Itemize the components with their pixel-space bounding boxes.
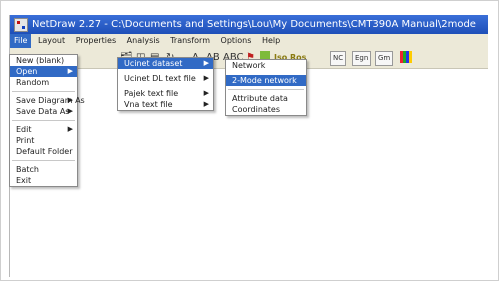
menu-separator	[228, 89, 304, 90]
ucinet-attribute-data[interactable]: Attribute data	[226, 93, 306, 104]
screenshot-frame: NetDraw 2.27 - C:\Documents and Settings…	[0, 0, 499, 281]
menu-separator	[12, 120, 75, 121]
window-title: NetDraw 2.27 - C:\Documents and Settings…	[32, 19, 476, 30]
file-menu-save-diagram-as[interactable]: Save Diagram As ▶	[10, 95, 85, 106]
ucinet-2-mode-network[interactable]: 2-Mode network	[226, 75, 306, 86]
open-ucinet-dataset[interactable]: Ucinet dataset ▶	[118, 58, 213, 69]
file-menu-open[interactable]: Open ▶	[10, 66, 77, 77]
chevron-right-icon: ▶	[67, 67, 73, 75]
open-ucinet-dl-text-file[interactable]: Ucinet DL text file ▶	[118, 73, 213, 84]
netdraw-window: NetDraw 2.27 - C:\Documents and Settings…	[9, 15, 488, 277]
ucinet-network[interactable]: Network	[226, 60, 306, 71]
open-pajek-text-file[interactable]: Pajek text file ▶	[118, 88, 213, 99]
chevron-right-icon: ▶	[67, 96, 73, 104]
menu-properties[interactable]: Properties	[72, 34, 120, 48]
nc-button[interactable]: NC	[330, 51, 347, 66]
menu-transform[interactable]: Transform	[166, 34, 214, 48]
chevron-right-icon: ▶	[203, 59, 209, 67]
menu-file[interactable]: File	[10, 34, 32, 48]
menu-separator	[12, 91, 75, 92]
file-menu-new-blank[interactable]: New (blank)	[10, 55, 77, 66]
color-palette-icon[interactable]	[400, 51, 412, 63]
menu-layout[interactable]: Layout	[34, 34, 69, 48]
netdraw-app-icon	[14, 18, 28, 32]
menu-separator	[12, 160, 75, 161]
ucinet-dataset-submenu: Network 2-Mode network Attribute data Co…	[225, 59, 307, 116]
open-vna-text-file[interactable]: Vna text file ▶	[118, 99, 213, 110]
file-menu: New (blank) Open ▶ Random Save Diagram As…	[9, 54, 85, 187]
file-menu-save-data-as[interactable]: Save Data As ▶	[10, 106, 77, 117]
file-menu-default-folder[interactable]: Default Folder	[10, 146, 77, 157]
gm-button[interactable]: Gm	[375, 51, 394, 66]
file-menu-exit[interactable]: Exit	[10, 175, 77, 186]
title-bar: NetDraw 2.27 - C:\Documents and Settings…	[10, 15, 488, 34]
file-menu-edit[interactable]: Edit ▶	[10, 124, 77, 135]
open-submenu: Ucinet dataset ▶ Ucinet DL text file ▶ Paj…	[117, 57, 214, 111]
file-menu-print[interactable]: Print	[10, 135, 77, 146]
menu-options[interactable]: Options	[217, 34, 256, 48]
chevron-right-icon: ▶	[203, 89, 209, 97]
menu-analysis[interactable]: Analysis	[123, 34, 164, 48]
file-menu-batch[interactable]: Batch	[10, 164, 77, 175]
menu-bar: File Layout Properties Analysis Transfor…	[10, 34, 488, 48]
egn-button[interactable]: Egn	[352, 51, 372, 66]
file-menu-random[interactable]: Random	[10, 77, 77, 88]
chevron-right-icon: ▶	[203, 74, 209, 82]
chevron-right-icon: ▶	[67, 125, 73, 133]
ucinet-coordinates[interactable]: Coordinates	[226, 104, 306, 115]
chevron-right-icon: ▶	[67, 107, 73, 115]
chevron-right-icon: ▶	[203, 100, 209, 108]
menu-help[interactable]: Help	[258, 34, 284, 48]
